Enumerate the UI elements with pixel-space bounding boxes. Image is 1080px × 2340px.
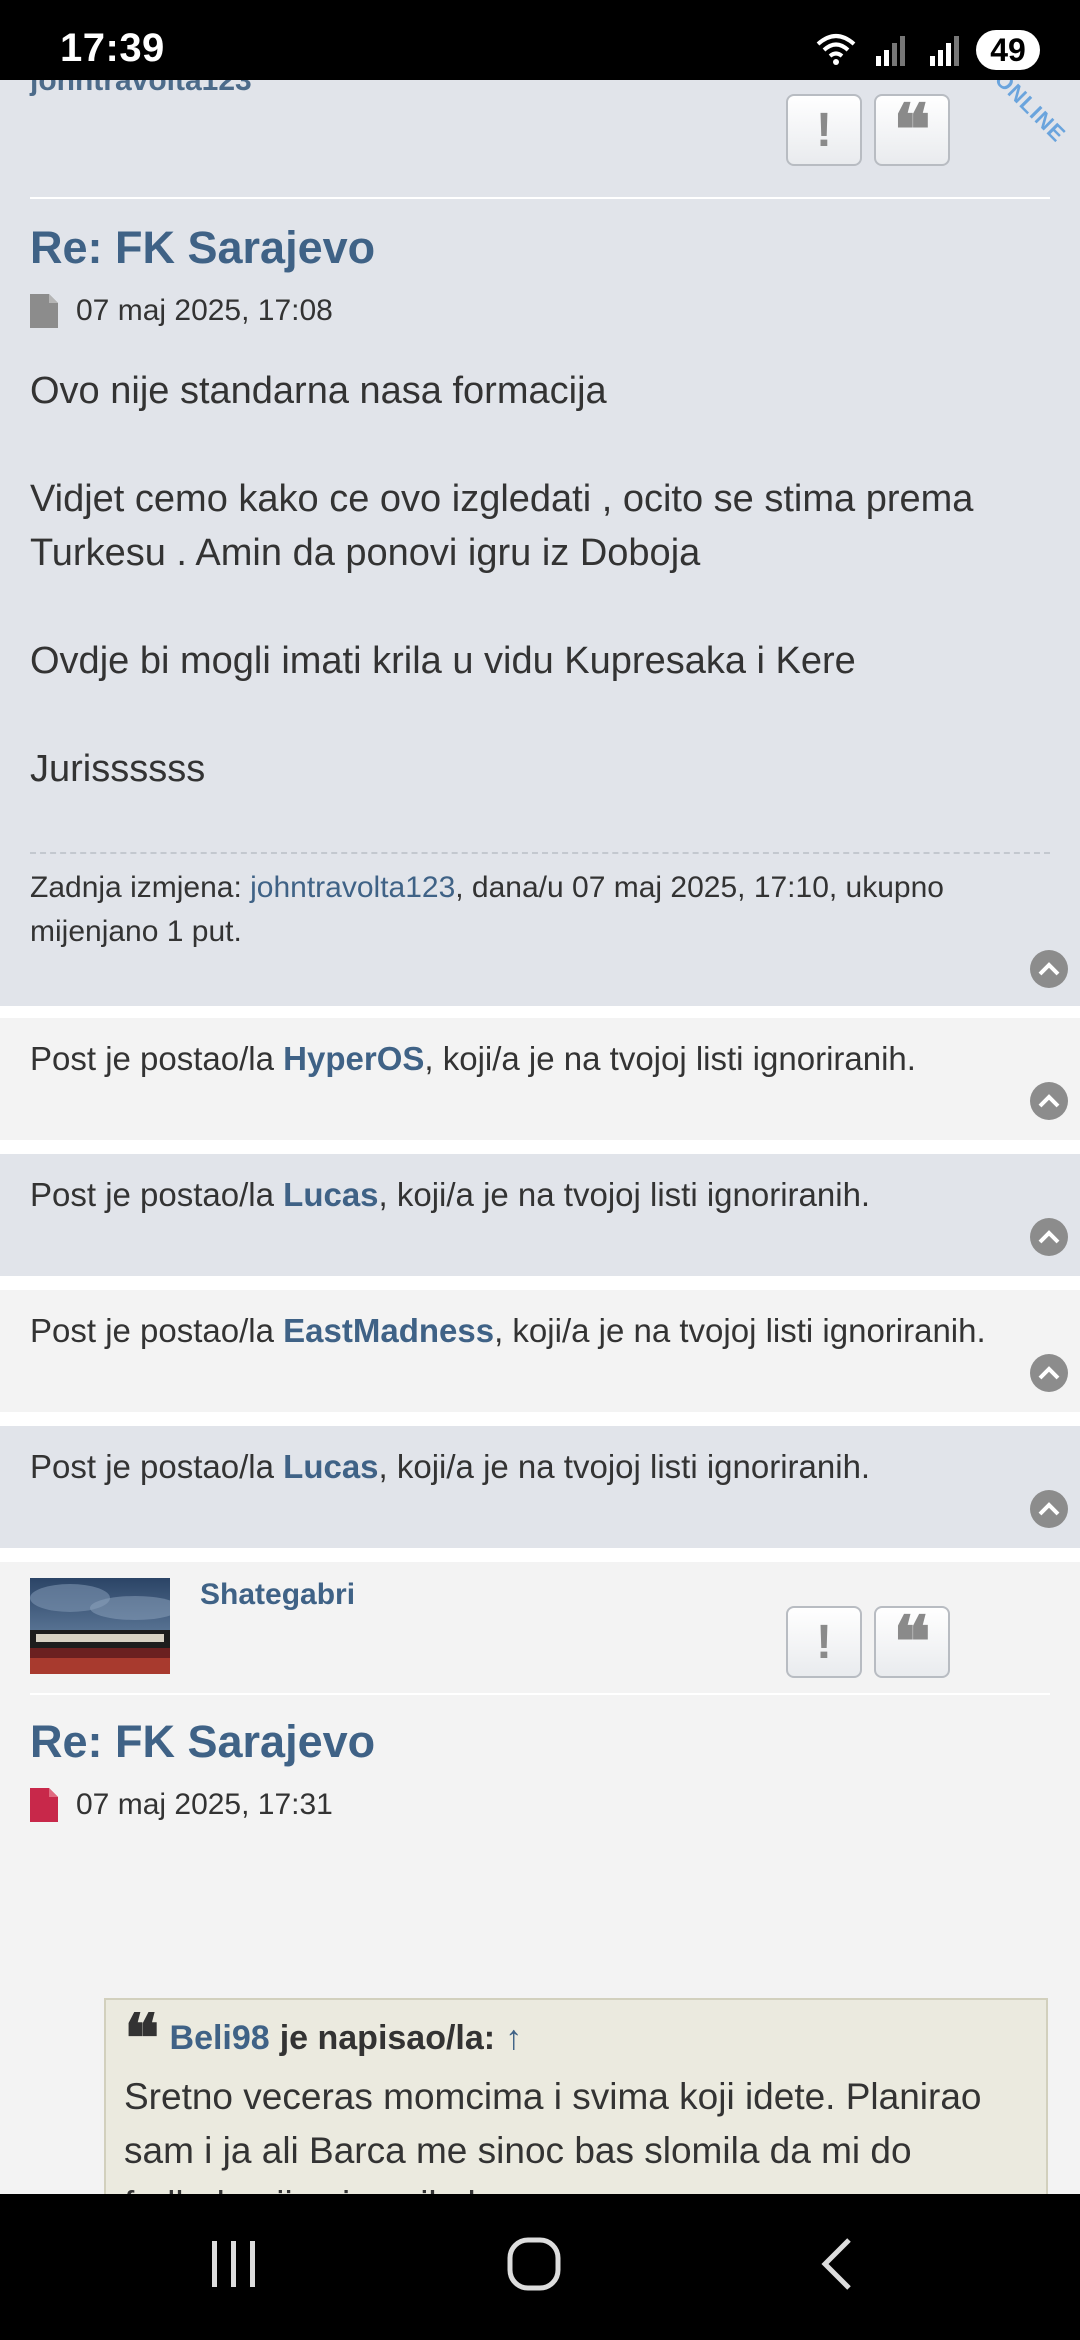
post-content: Ovo nije standarna nasa formacija Vidjet…	[30, 364, 1060, 850]
post-title[interactable]: Re: FK Sarajevo	[30, 1716, 375, 1768]
post-paragraph: Jurissssss	[30, 748, 206, 790]
online-badge: ONLINE	[990, 80, 1071, 147]
ignored-post: Post je postao/la EastMadness, koji/a je…	[0, 1290, 1080, 1412]
quote-source-link[interactable]: ↑	[505, 2019, 522, 2058]
chevron-up-icon	[1038, 1230, 1060, 1244]
ignored-message: Post je postao/la Lucas, koji/a je na tv…	[30, 1176, 871, 1213]
quote-icon: ❝	[893, 1600, 931, 1683]
post-paragraph: Vidjet cemo kako ce ovo izgledati , ocit…	[30, 478, 974, 574]
back-to-top-button[interactable]	[1030, 1082, 1068, 1120]
back-to-top-button[interactable]	[1030, 1490, 1068, 1528]
post-date: 07 maj 2025, 17:31	[76, 1788, 333, 1821]
quote-icon: ❝	[124, 1999, 160, 2077]
post-author[interactable]: Shategabri	[200, 1578, 355, 1612]
ignored-message: Post je postao/la EastMadness, koji/a je…	[30, 1312, 986, 1349]
avatar-image	[30, 1578, 170, 1674]
signal-icon	[876, 36, 905, 66]
exclamation-icon: !	[816, 1615, 832, 1669]
ignored-post: Post je postao/la Lucas, koji/a je na tv…	[0, 1154, 1080, 1276]
back-icon	[821, 2238, 851, 2290]
status-icons: 49	[814, 28, 1040, 72]
quote-header: ❝ Beli98 je napisao/la: ↑	[124, 1999, 522, 2077]
post-file-icon[interactable]	[30, 294, 58, 328]
report-button[interactable]: !	[786, 1606, 862, 1678]
forum-content[interactable]: johntravolta123 ONLINE ! ❝ Re: FK Saraje…	[0, 80, 1080, 2194]
recent-apps-icon	[212, 2241, 255, 2287]
home-button[interactable]	[474, 2224, 594, 2304]
unread-post-icon[interactable]	[30, 1788, 58, 1822]
home-icon	[507, 2237, 561, 2291]
post-author[interactable]: johntravolta123	[30, 80, 252, 98]
ignored-post: Post je postao/la Lucas, koji/a je na tv…	[0, 1426, 1080, 1548]
ignored-message: Post je postao/la Lucas, koji/a je na tv…	[30, 1448, 871, 1485]
quote-text: Sretno veceras momcima i svima koji idet…	[124, 2076, 982, 2194]
wifi-icon	[816, 34, 856, 65]
ignored-user-link[interactable]: HyperOS	[283, 1040, 424, 1077]
quote-icon: ❝	[893, 88, 931, 171]
post-paragraph: Ovdje bi mogli imati krila u vidu Kupres…	[30, 640, 856, 682]
report-button[interactable]: !	[786, 94, 862, 166]
post-meta: 07 maj 2025, 17:31	[30, 1788, 333, 1822]
editor-link[interactable]: johntravolta123	[250, 871, 455, 904]
chevron-up-icon	[1038, 962, 1060, 976]
back-to-top-button[interactable]	[1030, 1354, 1068, 1392]
back-to-top-button[interactable]	[1030, 1218, 1068, 1256]
post-divider	[30, 1693, 1050, 1695]
status-time: 17:39	[60, 26, 165, 70]
signal-icon	[930, 36, 959, 66]
ignored-user-link[interactable]: Lucas	[283, 1448, 378, 1485]
navigation-bar	[0, 2194, 1080, 2340]
post-paragraph: Ovo nije standarna nasa formacija	[30, 370, 607, 412]
back-to-top-button[interactable]	[1030, 950, 1068, 988]
ignored-user-link[interactable]: Lucas	[283, 1176, 378, 1213]
quote-wrote-label: je napisao/la:	[279, 2018, 496, 2057]
chevron-up-icon	[1038, 1094, 1060, 1108]
chevron-up-icon	[1038, 1366, 1060, 1380]
chevron-up-icon	[1038, 1502, 1060, 1516]
post-divider	[30, 197, 1050, 199]
quote-button[interactable]: ❝	[874, 94, 950, 166]
recent-apps-button[interactable]	[174, 2224, 294, 2304]
quote-block: ❝ Beli98 je napisao/la: ↑ Sretno veceras…	[104, 1998, 1048, 2194]
back-button[interactable]	[778, 2224, 898, 2304]
post-meta: 07 maj 2025, 17:08	[30, 294, 333, 328]
quote-author-link[interactable]: Beli98	[170, 2019, 270, 2058]
post: Shategabri ! ❝ Re: FK Sarajevo 07 maj 20…	[0, 1562, 1080, 2194]
avatar[interactable]	[30, 1578, 170, 1674]
post-date: 07 maj 2025, 17:08	[76, 294, 333, 327]
battery-indicator: 49	[976, 30, 1040, 70]
ignored-message: Post je postao/la HyperOS, koji/a je na …	[30, 1040, 916, 1077]
exclamation-icon: !	[816, 103, 832, 157]
post: johntravolta123 ONLINE ! ❝ Re: FK Saraje…	[0, 80, 1080, 1006]
post-title[interactable]: Re: FK Sarajevo	[30, 222, 375, 274]
quote-button[interactable]: ❝	[874, 1606, 950, 1678]
ignored-user-link[interactable]: EastMadness	[283, 1312, 494, 1349]
status-bar: 17:39 49	[0, 0, 1080, 80]
ignored-post: Post je postao/la HyperOS, koji/a je na …	[0, 1018, 1080, 1140]
edit-notice: Zadnja izmjena: johntravolta123, dana/u …	[30, 852, 1050, 954]
